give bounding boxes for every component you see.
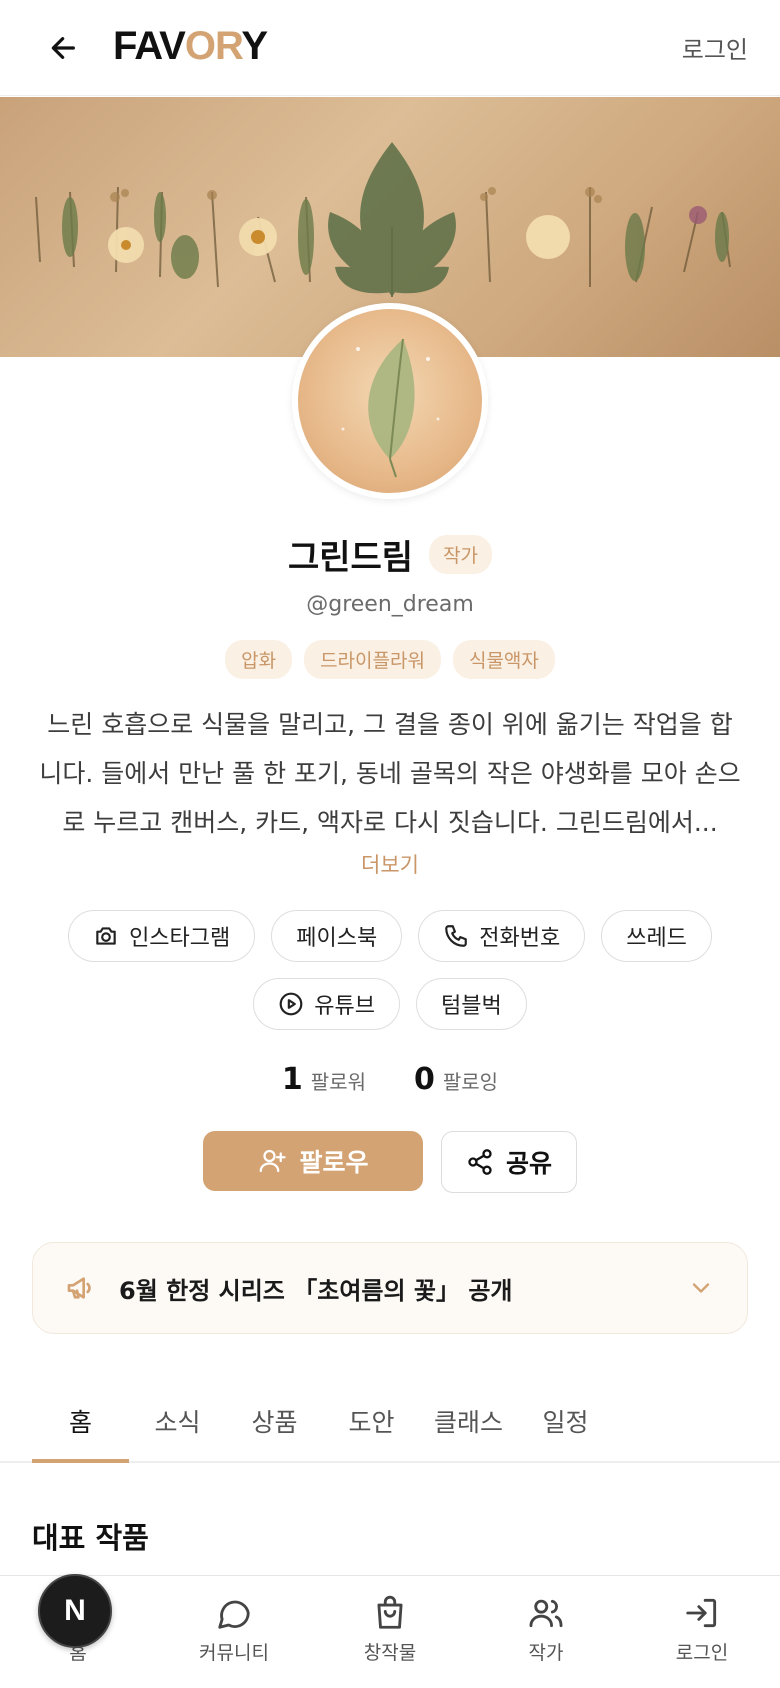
social-threads-button[interactable]: 쓰레드 — [601, 910, 712, 962]
tab-classes[interactable]: 클래스 — [420, 1393, 517, 1461]
user-plus-icon — [260, 1149, 287, 1173]
tab-patterns[interactable]: 도안 — [323, 1393, 420, 1461]
followers-count: 1 — [281, 1062, 303, 1097]
social-label: 전화번호 — [479, 926, 561, 951]
notice-banner[interactable]: 6월 한정 시리즈 「초여름의 꽃」 공개 — [32, 1242, 748, 1334]
profile-actions: 팔로우 공유 — [0, 1131, 780, 1193]
tag-chip[interactable]: 드라이플라워 — [304, 640, 441, 679]
follow-button[interactable]: 팔로우 — [203, 1131, 423, 1191]
profile-name: 그린드림 — [287, 538, 414, 578]
follow-stats: 1 팔로워 0 팔로잉 — [0, 1062, 780, 1097]
profile-tags: 압화 드라이플라워 식물액자 — [0, 640, 780, 679]
floating-action-button[interactable]: N — [38, 1574, 112, 1648]
logo-prefix: FAV — [113, 24, 186, 68]
share-icon — [468, 1149, 492, 1175]
users-icon — [529, 1599, 563, 1628]
following-count: 0 — [414, 1062, 435, 1097]
social-label: 쓰레드 — [626, 926, 687, 951]
login-icon — [686, 1598, 717, 1628]
followers-label: 팔로워 — [310, 1070, 366, 1094]
tag-chip[interactable]: 식물액자 — [452, 640, 555, 679]
following-stat[interactable]: 0 팔로잉 — [414, 1062, 498, 1097]
tab-schedule[interactable]: 일정 — [517, 1393, 614, 1461]
leaf-icon — [341, 338, 440, 478]
social-youtube-button[interactable]: 유튜브 — [253, 978, 400, 1030]
social-instagram-button[interactable]: 인스타그램 — [68, 910, 256, 962]
share-label: 공유 — [505, 1149, 552, 1178]
chevron-down-icon[interactable] — [687, 1274, 715, 1302]
social-tumblbug-button[interactable]: 텀블벅 — [416, 978, 527, 1030]
logo-suffix: Y — [241, 24, 268, 68]
nav-label: 창작물 — [363, 1642, 417, 1664]
profile-name-row: 그린드림 작가 — [0, 530, 780, 579]
camera-icon — [96, 927, 116, 945]
profile-handle: @green_dream — [306, 592, 474, 617]
play-icon — [279, 992, 303, 1016]
nav-label: 작가 — [528, 1642, 564, 1664]
tab-home[interactable]: 홈 — [32, 1393, 129, 1463]
phone-icon — [445, 925, 468, 947]
social-label: 페이스북 — [296, 926, 378, 951]
nav-login[interactable]: 로그인 — [624, 1576, 780, 1688]
shopping-bag-icon — [377, 1595, 403, 1629]
back-button[interactable] — [44, 28, 84, 68]
social-label: 유튜브 — [314, 994, 375, 1019]
bottom-navigation: 홈 커뮤니티 창작물 작가 로그인 — [0, 1575, 780, 1688]
nav-label: 커뮤니티 — [199, 1642, 269, 1664]
profile-bio: 느린 호흡으로 식물을 말리고, 그 결을 종이 위에 옮기는 작업을 합니다.… — [39, 710, 741, 837]
share-button[interactable]: 공유 — [441, 1131, 577, 1193]
app-logo[interactable]: FAVORY — [113, 24, 268, 69]
arrow-left-icon — [51, 37, 75, 59]
nav-community[interactable]: 커뮤니티 — [156, 1576, 312, 1688]
social-links: 인스타그램 페이스북 전화번호 쓰레드 유튜브 텀블벅 — [40, 910, 740, 1030]
app-header: FAVORY 로그인 — [0, 0, 780, 96]
notice-text: 6월 한정 시리즈 「초여름의 꽃」 공개 — [119, 1276, 513, 1305]
profile-tabs: 홈 소식 상품 도안 클래스 일정 — [0, 1393, 780, 1463]
nav-works[interactable]: 창작물 — [312, 1576, 468, 1688]
social-facebook-button[interactable]: 페이스북 — [271, 910, 403, 962]
followers-stat[interactable]: 1 팔로워 — [282, 1062, 366, 1097]
tab-products[interactable]: 상품 — [226, 1393, 323, 1461]
role-badge: 작가 — [429, 535, 493, 574]
megaphone-icon — [67, 1277, 91, 1299]
more-button[interactable]: 더보기 — [0, 849, 780, 879]
header-login-link[interactable]: 로그인 — [682, 30, 748, 65]
social-label: 인스타그램 — [129, 926, 231, 951]
tab-news[interactable]: 소식 — [129, 1393, 226, 1461]
tag-chip[interactable]: 압화 — [225, 640, 293, 679]
chat-bubble-icon — [218, 1600, 250, 1629]
nav-label: 로그인 — [675, 1642, 729, 1664]
follow-label: 팔로우 — [299, 1148, 369, 1177]
section-title: 대표 작품 — [32, 1521, 149, 1555]
profile-avatar — [292, 303, 488, 499]
social-label: 텀블벅 — [441, 994, 502, 1019]
logo-accent: OR — [184, 24, 243, 68]
nav-artists[interactable]: 작가 — [468, 1576, 624, 1688]
social-phone-button[interactable]: 전화번호 — [418, 910, 586, 962]
following-label: 팔로잉 — [442, 1070, 499, 1094]
